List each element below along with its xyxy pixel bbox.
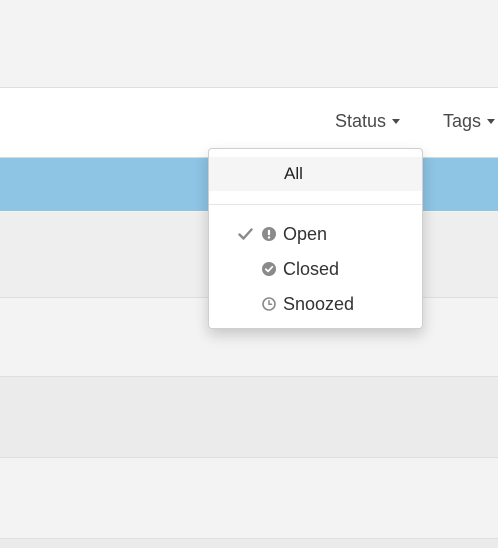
status-dropdown-menu: All Open Closed Snoozed bbox=[208, 148, 423, 329]
status-filter-button[interactable]: Status bbox=[335, 110, 401, 132]
checkmark-icon bbox=[238, 228, 253, 240]
clock-icon bbox=[262, 297, 276, 311]
status-option-open[interactable]: Open bbox=[209, 219, 422, 249]
status-option-all[interactable]: All bbox=[209, 157, 422, 191]
menu-divider bbox=[209, 204, 422, 205]
status-filter-label: Status bbox=[335, 111, 387, 131]
status-option-all-label: All bbox=[284, 164, 303, 183]
tags-filter-label: Tags bbox=[443, 111, 482, 131]
top-area bbox=[0, 0, 498, 88]
status-option-snoozed[interactable]: Snoozed bbox=[209, 289, 422, 319]
status-option-closed-label: Closed bbox=[283, 259, 340, 279]
status-option-open-label: Open bbox=[283, 224, 328, 244]
list-row[interactable] bbox=[0, 539, 498, 548]
check-circle-icon bbox=[262, 262, 276, 276]
tags-filter-button[interactable]: Tags bbox=[443, 110, 496, 132]
list-row[interactable] bbox=[0, 377, 498, 458]
caret-down-icon bbox=[392, 118, 401, 124]
list-row[interactable] bbox=[0, 458, 498, 539]
caret-down-icon bbox=[487, 118, 496, 124]
status-option-snoozed-label: Snoozed bbox=[283, 294, 355, 314]
exclamation-circle-icon bbox=[262, 227, 276, 241]
status-option-closed[interactable]: Closed bbox=[209, 254, 422, 284]
